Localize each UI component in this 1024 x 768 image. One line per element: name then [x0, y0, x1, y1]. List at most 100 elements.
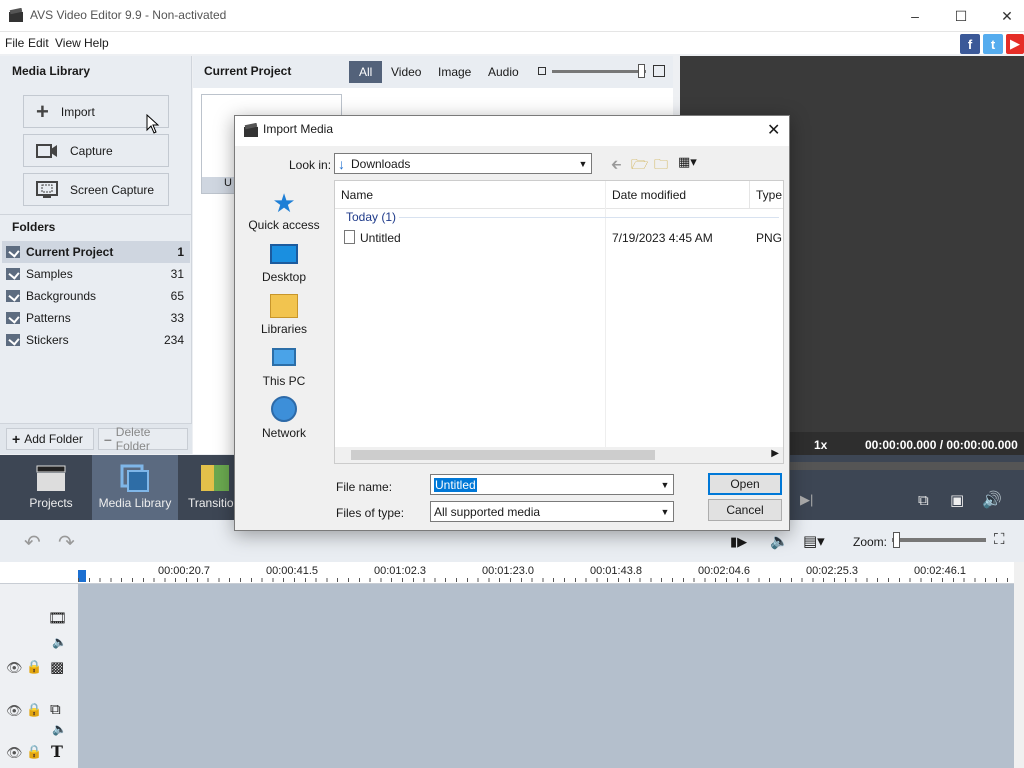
cancel-button[interactable]: Cancel — [708, 499, 782, 521]
video-track-icon: 🎞 — [48, 610, 68, 627]
lock-icon[interactable]: 🔒 — [26, 744, 42, 760]
place-libraries[interactable]: Libraries — [239, 292, 329, 336]
fullscreen-icon[interactable]: ⧉ — [918, 492, 929, 509]
filter-image[interactable]: Image — [428, 61, 481, 83]
add-folder-button[interactable]: + Add Folder — [6, 428, 94, 450]
split-icon[interactable]: ▮▶ — [730, 534, 747, 550]
youtube-icon[interactable]: ▶ — [1006, 34, 1024, 54]
horizontal-scrollbar[interactable]: ▶ — [335, 447, 783, 463]
title-bar: AVS Video Editor 9.9 - Non-activated — [0, 0, 1024, 32]
close-icon: ✕ — [1001, 7, 1013, 24]
screen-capture-button[interactable]: Screen Capture — [23, 173, 169, 206]
scrollbar-thumb[interactable] — [351, 450, 655, 460]
group-line — [399, 217, 779, 218]
dock-projects[interactable]: Projects — [20, 455, 82, 520]
slider-handle[interactable] — [638, 64, 645, 78]
overlay-track-icon: ⧉ — [50, 701, 61, 718]
zoom-slider-handle[interactable] — [893, 532, 900, 548]
thumb-size-slider[interactable] — [552, 70, 646, 73]
large-size-icon[interactable] — [653, 65, 665, 77]
place-desktop[interactable]: Desktop — [239, 240, 329, 284]
next-frame-icon[interactable]: ▶| — [800, 492, 813, 508]
dialog-title: Import Media — [263, 122, 334, 136]
time-display: 00:00:00.000 / 00:00:00.000 — [865, 438, 1018, 452]
dock-transitions[interactable]: Transition — [182, 455, 240, 520]
maximize-button[interactable]: ☐ — [938, 0, 984, 32]
column-type[interactable]: Type — [756, 188, 782, 202]
look-in-dropdown[interactable]: ↓ Downloads ▼ — [334, 153, 592, 174]
new-folder-icon[interactable]: 🗀 — [654, 154, 668, 178]
scroll-right-icon[interactable]: ▶ — [771, 448, 779, 459]
filter-video[interactable]: Video — [381, 61, 431, 83]
fit-timeline-icon[interactable]: ⛶ — [994, 531, 1005, 548]
file-name-input[interactable]: Untitled ▼ — [430, 474, 674, 495]
filter-all[interactable]: All — [349, 61, 383, 83]
star-icon: ★ — [272, 188, 296, 218]
folder-patterns[interactable]: Patterns 33 — [2, 307, 190, 329]
file-name: Untitled — [360, 231, 401, 245]
image-file-icon — [344, 230, 355, 244]
menu-file[interactable]: File — [5, 36, 24, 50]
folder-count: 234 — [163, 333, 184, 347]
folder-backgrounds[interactable]: Backgrounds 65 — [2, 285, 190, 307]
place-label: Network — [261, 426, 306, 440]
eye-icon[interactable]: 👁 — [6, 703, 23, 719]
place-this-pc[interactable]: This PC — [239, 344, 329, 388]
playback-speed[interactable]: 1x — [814, 438, 827, 452]
facebook-icon[interactable]: f — [960, 34, 980, 54]
column-name[interactable]: Name — [341, 188, 373, 202]
file-name-value: Untitled — [434, 477, 477, 492]
maximize-icon: ☐ — [954, 7, 968, 24]
open-button[interactable]: Open — [708, 473, 782, 495]
timeline-scrollbar[interactable] — [1014, 562, 1024, 768]
menu-view[interactable]: View — [55, 36, 81, 50]
lock-icon[interactable]: 🔒 — [26, 702, 42, 718]
dock-media-library[interactable]: Media Library — [92, 455, 178, 520]
effect-track-icon: ▩ — [50, 659, 65, 676]
volume-icon[interactable]: 🔊 — [982, 490, 1002, 510]
preview-scrubber[interactable] — [790, 462, 1024, 470]
camera-icon — [36, 143, 57, 158]
back-icon[interactable]: 🡰 — [611, 156, 622, 178]
files-of-type-dropdown[interactable]: All supported media ▼ — [430, 501, 674, 522]
timeline-tracks[interactable] — [78, 584, 1014, 768]
folder-count: 33 — [170, 311, 184, 325]
group-header[interactable]: Today (1) — [346, 210, 396, 224]
place-label: Libraries — [260, 322, 308, 336]
small-size-icon[interactable] — [538, 67, 546, 75]
redo-icon[interactable]: ↷ — [58, 530, 75, 555]
capture-button[interactable]: Capture — [23, 134, 169, 167]
audio-mixer-icon[interactable]: 🔈 — [770, 532, 789, 550]
snapshot-icon[interactable]: ▣ — [950, 491, 964, 509]
place-network[interactable]: Network — [239, 396, 329, 440]
twitter-icon[interactable]: t — [983, 34, 1003, 54]
menu-edit[interactable]: Edit — [28, 36, 49, 50]
up-folder-icon[interactable]: 🗁 — [631, 154, 648, 178]
place-quick-access[interactable]: ★ Quick access — [239, 188, 329, 232]
folder-count: 31 — [170, 267, 184, 281]
eye-icon[interactable]: 👁 — [6, 745, 23, 761]
dialog-close-icon[interactable]: ✕ — [767, 120, 780, 140]
folder-current-project[interactable]: Current Project 1 — [2, 241, 190, 263]
file-name-label: File name: — [336, 480, 393, 494]
place-label: Quick access — [248, 218, 320, 232]
close-window-button[interactable]: ✕ — [984, 0, 1024, 32]
view-menu-icon[interactable]: ▦▾ — [678, 154, 697, 170]
display-mode-icon[interactable]: ▤▾ — [803, 532, 825, 550]
ruler-tick-label: 00:02:25.3 — [806, 565, 858, 577]
folder-stickers[interactable]: Stickers 234 — [2, 329, 190, 351]
minimize-button[interactable]: – — [892, 0, 938, 32]
lock-icon[interactable]: 🔒 — [26, 659, 42, 675]
filter-audio[interactable]: Audio — [478, 61, 529, 83]
folder-samples[interactable]: Samples 31 — [2, 263, 190, 285]
audio-track-icon: 🔈 — [52, 635, 67, 649]
menu-help[interactable]: Help — [84, 36, 109, 50]
file-row[interactable]: Untitled 7/19/2023 4:45 AM PNG — [335, 227, 783, 249]
eye-icon[interactable]: 👁 — [6, 660, 23, 676]
clapperboard-icon — [36, 465, 66, 491]
column-date-modified[interactable]: Date modified — [612, 188, 686, 202]
delete-folder-button[interactable]: – Delete Folder — [98, 425, 188, 453]
file-list[interactable]: Name Date modified Type Today (1) Untitl… — [334, 180, 784, 464]
undo-icon[interactable]: ↶ — [24, 530, 41, 555]
zoom-slider[interactable] — [892, 538, 986, 542]
